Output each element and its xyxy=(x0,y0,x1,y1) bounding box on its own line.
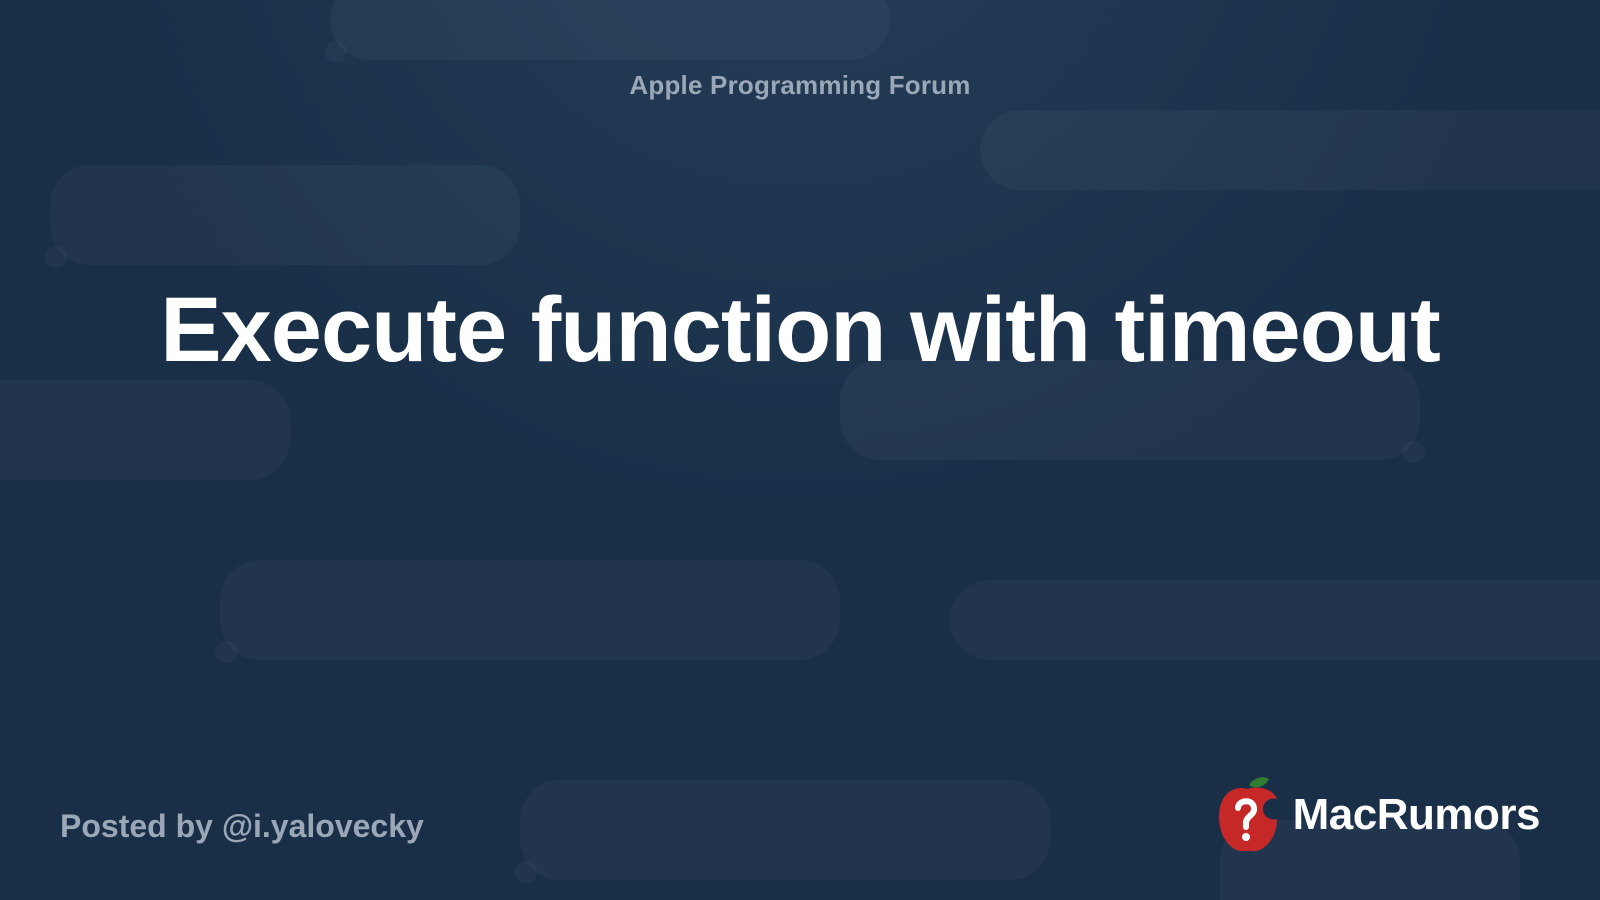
author-handle: @i.yalovecky xyxy=(222,808,424,844)
bg-bubble xyxy=(0,380,290,480)
bg-bubble xyxy=(330,0,890,60)
posted-by: Posted by @i.yalovecky xyxy=(60,808,424,845)
bg-bubble xyxy=(980,110,1600,190)
macrumors-apple-icon xyxy=(1211,775,1283,855)
bg-bubble xyxy=(520,780,1050,880)
brand: MacRumors xyxy=(1211,775,1540,855)
bg-bubble xyxy=(50,165,520,265)
forum-name: Apple Programming Forum xyxy=(0,70,1600,101)
posted-by-prefix: Posted by xyxy=(60,808,222,844)
bg-bubble xyxy=(220,560,840,660)
social-card: Apple Programming Forum Execute function… xyxy=(0,0,1600,900)
bg-bubble xyxy=(950,580,1600,660)
brand-name: MacRumors xyxy=(1293,790,1540,840)
thread-title: Execute function with timeout xyxy=(0,275,1600,385)
